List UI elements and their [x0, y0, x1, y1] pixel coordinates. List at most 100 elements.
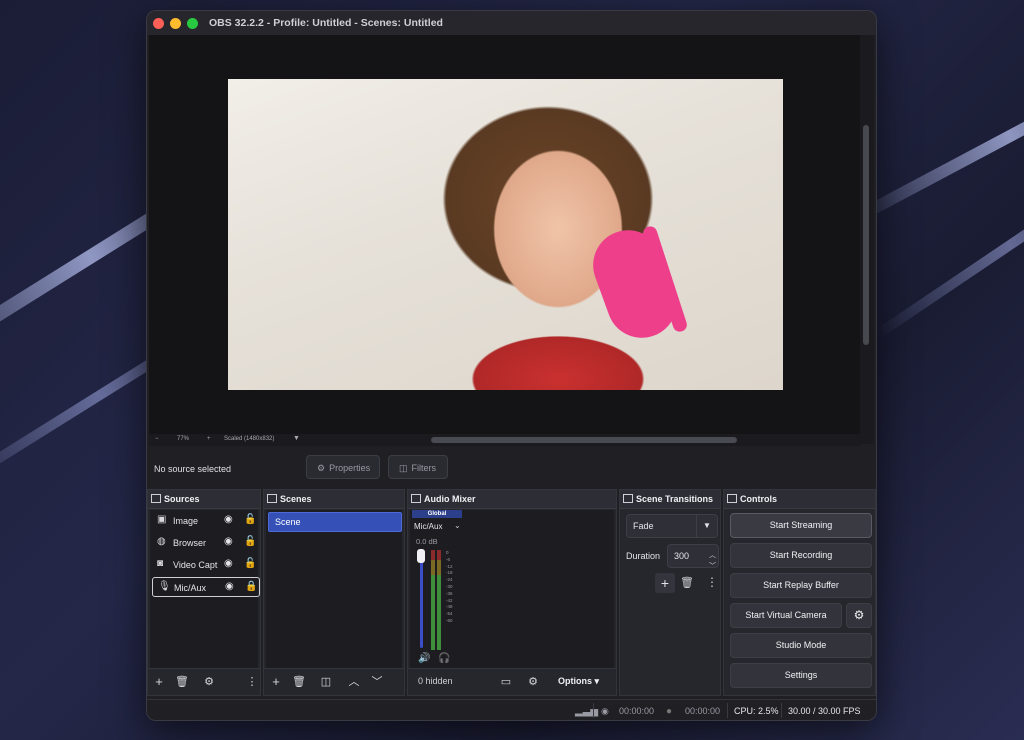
settings-button[interactable]: Settings	[730, 663, 872, 688]
chevron-down-icon: ▼	[696, 515, 717, 537]
layout-toggle-icon[interactable]: ▭	[498, 674, 514, 690]
transition-select[interactable]: Fade ▼	[626, 514, 718, 538]
volume-fader-handle[interactable]	[417, 549, 425, 563]
close-window-button[interactable]	[153, 18, 164, 29]
options-label: Options	[558, 676, 592, 686]
start-replay-buffer-button[interactable]: Start Replay Buffer	[730, 573, 872, 598]
preview-canvas-image	[228, 79, 783, 390]
scenes-dock-header[interactable]: Scenes	[264, 490, 404, 509]
source-item-video-capture[interactable]: ◙ Video Capt ◉ 🔓	[152, 555, 260, 575]
scene-transitions-dock-header[interactable]: Scene Transitions	[620, 490, 720, 509]
filters-button[interactable]: ◫ Filters	[388, 455, 448, 479]
advanced-audio-gear-icon[interactable]: ⚙	[525, 674, 541, 690]
image-icon: ▣	[157, 514, 167, 525]
preview-horizontal-scroll-thumb[interactable]	[431, 437, 737, 443]
more-options-button[interactable]: ⋮	[244, 674, 260, 690]
audio-mixer-toolbar: 0 hidden ▭ ⚙ Options ▾	[408, 668, 616, 695]
source-label: Browser	[173, 538, 207, 548]
cpu-usage: CPU: 2.5%	[734, 706, 779, 716]
preview-area[interactable]	[149, 35, 861, 444]
zoom-window-button[interactable]	[187, 18, 198, 29]
preview-object-shape	[583, 220, 687, 348]
global-channel-tag: Global	[412, 510, 462, 518]
source-item-browser[interactable]: ◍ Browser ◉ 🔓	[152, 533, 260, 553]
meter-scale-tick: -54	[446, 611, 453, 617]
meter-scale: 0 -6 -12 -18 -24 -30 -36 -42 -48 -54 -60	[446, 550, 453, 625]
meter-scale-tick: -24	[446, 577, 453, 583]
audio-mixer-dock-header[interactable]: Audio Mixer	[408, 490, 616, 509]
eye-icon[interactable]: ◉	[224, 536, 233, 547]
meter-scale-tick: -18	[446, 570, 453, 576]
chevron-down-icon[interactable]: ⌄	[454, 521, 461, 530]
studio-mode-button[interactable]: Studio Mode	[730, 633, 872, 658]
scene-transitions-dock-title: Scene Transitions	[636, 494, 714, 504]
remove-transition-button[interactable]: 🗑	[680, 576, 694, 589]
scene-transitions-dock: Scene Transitions Fade ▼ Duration 300 ︿ …	[619, 489, 721, 696]
eye-icon[interactable]: ◉	[224, 514, 233, 525]
controls-dock-title: Controls	[740, 494, 777, 504]
meter-scale-tick: 0	[446, 550, 449, 555]
volume-fader-track[interactable]	[420, 552, 423, 648]
zoom-in-button[interactable]: +	[207, 436, 211, 442]
properties-button[interactable]: ⚙ Properties	[306, 455, 380, 479]
status-separator	[593, 703, 594, 718]
start-virtual-camera-button[interactable]: Start Virtual Camera	[730, 603, 842, 628]
zoom-out-button[interactable]: −	[155, 436, 159, 442]
meter-scale-tick: -36	[446, 590, 453, 596]
record-time: 00:00:00	[685, 706, 721, 716]
filters-icon: ◫	[399, 463, 408, 473]
remove-source-button[interactable]: 🗑	[174, 674, 190, 690]
scene-filters-button[interactable]: ◫	[318, 674, 334, 690]
duration-value: 300	[674, 551, 690, 561]
globe-icon: ◍	[157, 536, 166, 547]
preview-zoom-bar: − 77% + Scaled (1480x832) ▼	[149, 434, 861, 446]
add-transition-button[interactable]: +	[655, 573, 675, 593]
scale-mode-dropdown[interactable]: ▼	[293, 435, 300, 442]
channel-level: 0.0 dB	[416, 537, 438, 546]
sources-dock-header[interactable]: Sources	[148, 490, 260, 509]
transition-properties-button[interactable]: ⋮	[706, 575, 718, 589]
obs-main-window: OBS 32.2.2 - Profile: Untitled - Scenes:…	[146, 10, 877, 721]
speaker-icon[interactable]: 🔊	[418, 653, 430, 664]
meter-scale-tick: -6	[446, 556, 451, 562]
duration-field[interactable]: 300 ︿ ﹀	[667, 544, 719, 570]
sources-toolbar: + 🗑 ⚙ ⋮	[148, 668, 260, 695]
status-separator	[727, 703, 728, 718]
audio-mixer-dock-title: Audio Mixer	[424, 494, 476, 504]
eye-icon[interactable]: ◉	[224, 558, 233, 569]
start-recording-button[interactable]: Start Recording	[730, 543, 872, 568]
meter-scale-tick: -30	[446, 583, 453, 589]
move-scene-up-button[interactable]: ︿	[346, 674, 362, 690]
eye-icon[interactable]: ◉	[225, 581, 234, 592]
start-streaming-button[interactable]: Start Streaming	[730, 513, 872, 538]
options-menu-button[interactable]: Options ▾	[558, 676, 599, 687]
scenes-list: Scene	[266, 510, 402, 669]
hidden-count[interactable]: 0 hidden	[418, 676, 453, 686]
scenes-toolbar: + 🗑 ◫ ︿ ﹀	[264, 668, 404, 695]
unlock-icon[interactable]: 🔓	[244, 514, 256, 525]
monitor-off-icon[interactable]: 🎧	[438, 653, 450, 664]
controls-dock-header[interactable]: Controls	[724, 490, 875, 509]
source-item-image[interactable]: ▣ Image ◉ 🔓	[152, 511, 260, 531]
unlock-icon[interactable]: 🔓	[244, 558, 256, 569]
remove-scene-button[interactable]: 🗑	[291, 674, 307, 690]
gear-icon: ⚙	[317, 463, 326, 473]
add-scene-button[interactable]: +	[268, 674, 284, 690]
scenes-dock-title: Scenes	[280, 494, 312, 504]
window-title: OBS 32.2.2 - Profile: Untitled - Scenes:…	[209, 17, 443, 29]
status-separator	[781, 703, 782, 718]
source-properties-button[interactable]: ⚙	[201, 674, 217, 690]
unlock-icon[interactable]: 🔓	[244, 536, 256, 547]
lock-icon[interactable]: 🔒	[245, 581, 257, 592]
source-item-mic-aux[interactable]: 🎙 Mic/Aux ◉ 🔒	[152, 577, 260, 597]
sources-list: ▣ Image ◉ 🔓 ◍ Browser ◉ 🔓 ◙ Video Capt ◉…	[150, 510, 260, 669]
add-source-button[interactable]: +	[151, 674, 167, 690]
minimize-window-button[interactable]	[170, 18, 181, 29]
move-scene-down-button[interactable]: ﹀	[369, 674, 385, 690]
source-label: Mic/Aux	[174, 583, 207, 593]
properties-label: Properties	[329, 463, 371, 473]
preview-vertical-scroll-thumb[interactable]	[863, 125, 869, 345]
virtual-camera-gear-icon[interactable]: ⚙	[846, 603, 872, 628]
scene-item[interactable]: Scene	[268, 512, 402, 532]
source-label: Image	[173, 516, 199, 526]
